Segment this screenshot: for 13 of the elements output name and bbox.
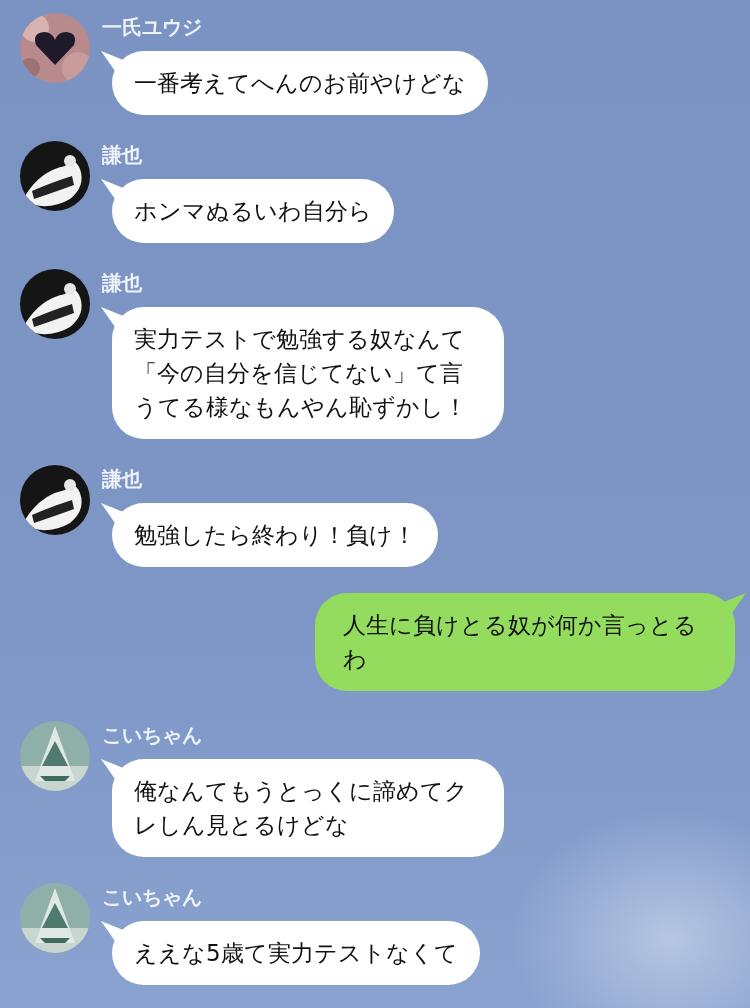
sender-name: 謙也 — [102, 271, 142, 295]
sender-name: 一氏ユウジ — [102, 15, 202, 39]
message-bubble: ホンマぬるいわ自分ら — [112, 179, 394, 243]
message-bubble: ええな5歳て実力テストなくて — [112, 921, 480, 985]
sender-name: 謙也 — [102, 467, 142, 491]
sender-name: こいちゃん — [102, 723, 202, 747]
sender-name: こいちゃん — [102, 885, 202, 909]
message-bubble: 人生に負けとる奴が何か言っとるわ — [315, 593, 735, 691]
message-bubble: 実力テストで勉強する奴なんて「今の自分を信じてない」て言うてる様なもんやん恥ずかし！ — [112, 307, 504, 439]
message-bubble: 俺なんてもうとっくに諦めてクレしん見とるけどな — [112, 759, 504, 857]
message-bubble: 一番考えてへんのお前やけどな — [112, 51, 488, 115]
sender-name: 謙也 — [102, 143, 142, 167]
message-bubble: 勉強したら終わり！負け！ — [112, 503, 438, 567]
